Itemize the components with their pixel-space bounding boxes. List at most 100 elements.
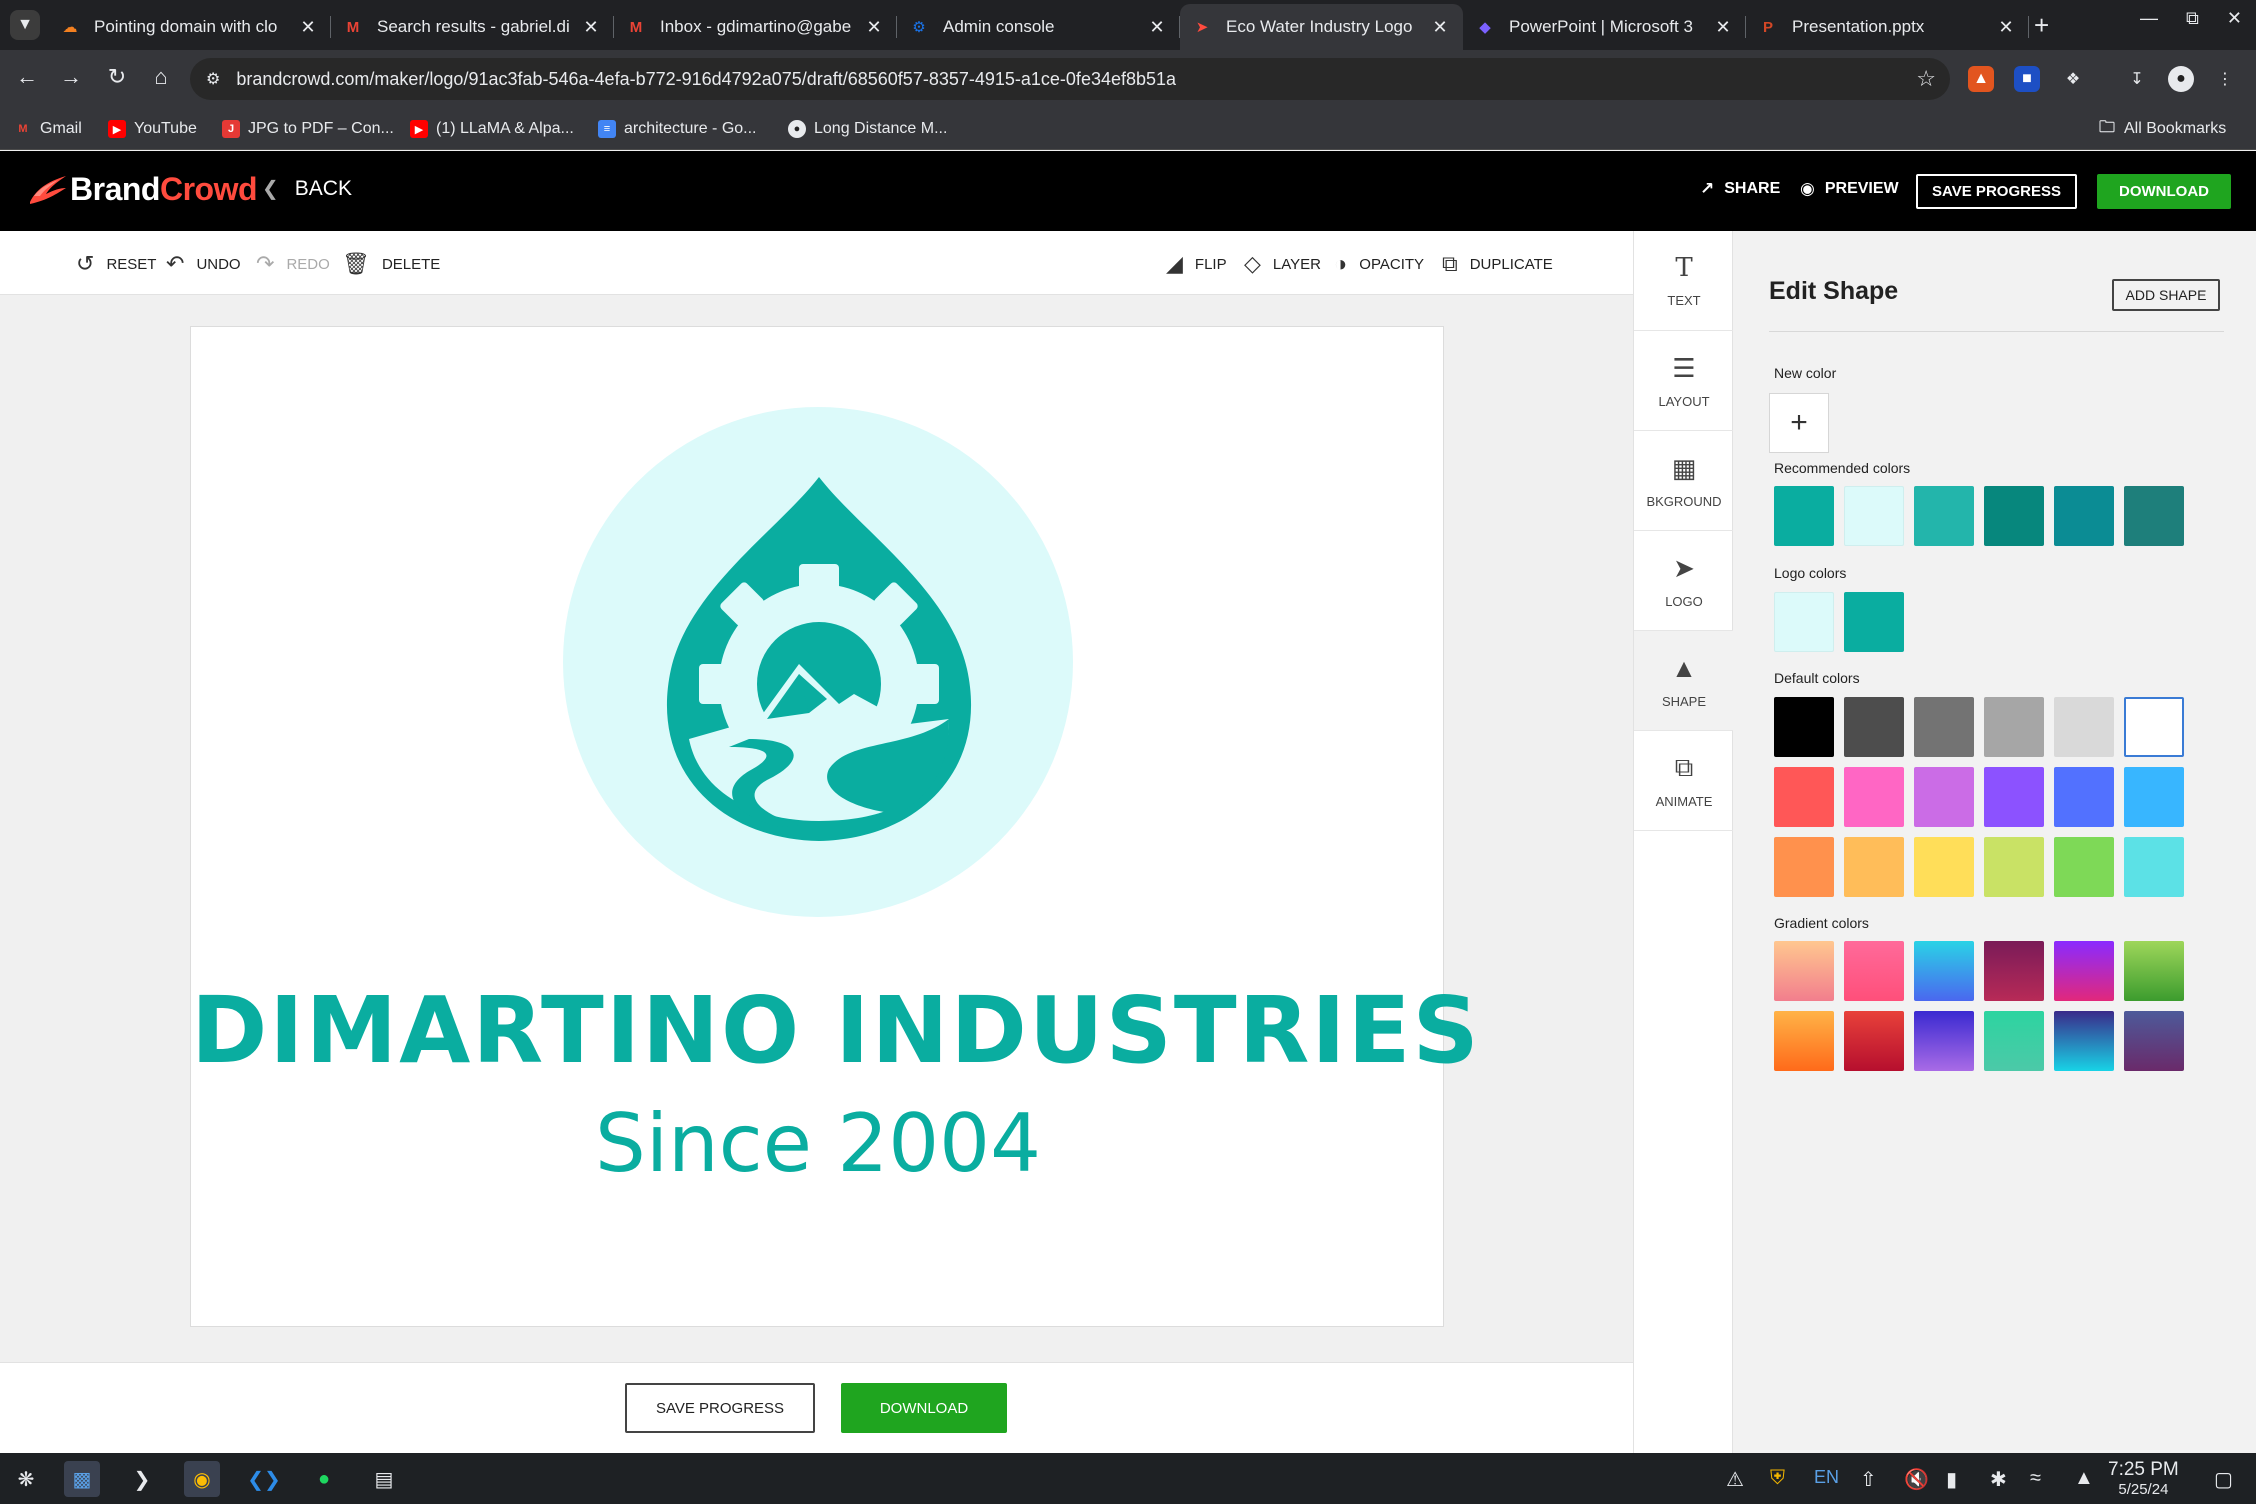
puzzle-icon[interactable]: ❖: [2060, 66, 2086, 92]
all-bookmarks[interactable]: 🗀 All Bookmarks: [2098, 116, 2226, 142]
bookmark-youtube[interactable]: ▶ YouTube: [108, 116, 197, 142]
browser-tab[interactable]: ☁ Pointing domain with clo ✕: [48, 4, 331, 50]
bluetooth-icon[interactable]: ✱: [1990, 1467, 2007, 1492]
tab-close-icon[interactable]: ✕: [580, 17, 602, 38]
tool-text[interactable]: T TEXT: [1634, 231, 1734, 331]
gradient-color-swatch[interactable]: [1844, 941, 1904, 1001]
gradient-color-swatch[interactable]: [1914, 941, 1974, 1001]
browser-tab[interactable]: ◆ PowerPoint | Microsoft 3 ✕: [1463, 4, 1746, 50]
default-color-swatch[interactable]: [1844, 837, 1904, 897]
extension-icon[interactable]: ▲: [1968, 66, 1994, 92]
kebab-menu-icon[interactable]: ⋮: [2212, 66, 2238, 92]
battery-icon[interactable]: ▮: [1946, 1467, 1957, 1492]
default-color-swatch[interactable]: [1774, 767, 1834, 827]
add-color-button[interactable]: +: [1769, 393, 1829, 453]
default-color-swatch[interactable]: [1844, 697, 1904, 757]
delete-button[interactable]: 🗑 DELETE: [342, 251, 440, 277]
tray-expand-icon[interactable]: ▲: [2074, 1467, 2094, 1490]
gradient-color-swatch[interactable]: [2054, 941, 2114, 1001]
logo-artboard[interactable]: DIMARTINO INDUSTRIES Since 2004: [190, 326, 1479, 1327]
profile-avatar[interactable]: ●: [2168, 66, 2194, 92]
default-color-swatch[interactable]: [2054, 697, 2114, 757]
default-color-swatch[interactable]: [1914, 767, 1974, 827]
tab-close-icon[interactable]: ✕: [1712, 17, 1734, 38]
gradient-color-swatch[interactable]: [2124, 941, 2184, 1001]
default-color-swatch[interactable]: [1844, 767, 1904, 827]
back-arrow-icon[interactable]: ←: [12, 64, 42, 90]
browser-tab[interactable]: ➤ Eco Water Industry Logo ✕: [1180, 4, 1463, 50]
recommended-color-swatch[interactable]: [2054, 486, 2114, 546]
bitwarden-icon[interactable]: ■: [2014, 66, 2040, 92]
tool-background[interactable]: ▦ BKGROUND: [1634, 431, 1734, 531]
browser-tab[interactable]: M Search results - gabriel.di ✕: [331, 4, 614, 50]
recommended-color-swatch[interactable]: [2124, 486, 2184, 546]
reload-icon[interactable]: ↻: [102, 64, 132, 90]
browser-tab[interactable]: M Inbox - gdimartino@gabe ✕: [614, 4, 897, 50]
download-icon[interactable]: ↧: [2124, 66, 2150, 92]
logo-company-name[interactable]: DIMARTINO INDUSTRIES: [191, 977, 1479, 1084]
recommended-color-swatch[interactable]: [1984, 486, 2044, 546]
logo-color-swatch[interactable]: [1844, 592, 1904, 652]
terminal-icon[interactable]: ❯: [124, 1461, 160, 1497]
gradient-color-swatch[interactable]: [2124, 1011, 2184, 1071]
default-color-swatch[interactable]: [2124, 837, 2184, 897]
recommended-color-swatch[interactable]: [1914, 486, 1974, 546]
share-button[interactable]: ↗ SHARE: [1700, 179, 1780, 199]
download-button[interactable]: DOWNLOAD: [2097, 174, 2231, 209]
show-desktop-icon[interactable]: ▢: [2214, 1467, 2233, 1492]
download-bottom-button[interactable]: DOWNLOAD: [841, 1383, 1007, 1433]
chrome-icon[interactable]: ◉: [184, 1461, 220, 1497]
save-progress-bottom-button[interactable]: SAVE PROGRESS: [625, 1383, 815, 1433]
tab-close-icon[interactable]: ✕: [863, 17, 885, 38]
default-color-swatch[interactable]: [2124, 767, 2184, 827]
bookmark-gmail[interactable]: M Gmail: [14, 116, 81, 142]
default-color-swatch[interactable]: [1774, 697, 1834, 757]
language-indicator[interactable]: EN: [1814, 1467, 1839, 1488]
add-shape-button[interactable]: ADD SHAPE: [2112, 279, 2220, 311]
water-drop-gear-icon[interactable]: [649, 469, 989, 849]
close-window-icon[interactable]: ✕: [2227, 8, 2242, 29]
bookmark-llama[interactable]: ▶ (1) LLaMA & Alpa...: [410, 116, 574, 142]
bookmark-star-icon[interactable]: ☆: [1916, 66, 1936, 92]
restore-icon[interactable]: ⧉: [2186, 8, 2199, 29]
gradient-color-swatch[interactable]: [1984, 1011, 2044, 1071]
redo-button[interactable]: ↷ REDO: [256, 251, 330, 277]
updates-icon[interactable]: ⇧: [1860, 1467, 1877, 1492]
site-info-icon[interactable]: ⚙: [206, 69, 220, 89]
duplicate-button[interactable]: ⧉ DUPLICATE: [1442, 251, 1553, 277]
wifi-icon[interactable]: ≈: [2030, 1467, 2041, 1490]
notifications-icon[interactable]: ⚠: [1726, 1467, 1744, 1492]
default-color-swatch[interactable]: [1914, 837, 1974, 897]
tab-close-icon[interactable]: ✕: [1995, 17, 2017, 38]
logo-tagline[interactable]: Since 2004: [191, 1097, 1445, 1190]
default-color-swatch[interactable]: [1914, 697, 1974, 757]
save-progress-button[interactable]: SAVE PROGRESS: [1916, 174, 2077, 209]
back-button[interactable]: ❮ BACK: [262, 176, 352, 201]
recommended-color-swatch[interactable]: [1844, 486, 1904, 546]
default-color-swatch[interactable]: [1774, 837, 1834, 897]
bookmark-architecture[interactable]: ≡ architecture - Go...: [598, 116, 757, 142]
file-manager-icon[interactable]: ▩: [64, 1461, 100, 1497]
default-color-swatch[interactable]: [2054, 767, 2114, 827]
preview-button[interactable]: ◉ PREVIEW: [1800, 179, 1899, 199]
tab-close-icon[interactable]: ✕: [1146, 17, 1168, 38]
volume-muted-icon[interactable]: 🔇: [1904, 1467, 1929, 1492]
gradient-color-swatch[interactable]: [1774, 1011, 1834, 1071]
tab-search-button[interactable]: ▼: [10, 10, 40, 40]
opacity-button[interactable]: ◑ OPACITY: [1334, 251, 1424, 277]
vscode-icon[interactable]: ❮❯: [246, 1461, 282, 1497]
layer-button[interactable]: ◇ LAYER: [1244, 251, 1321, 277]
shield-icon[interactable]: ⛨: [1770, 1467, 1785, 1490]
tab-close-icon[interactable]: ✕: [1429, 17, 1451, 38]
flip-button[interactable]: ◢ FLIP: [1166, 251, 1227, 277]
default-color-swatch[interactable]: [2124, 697, 2184, 757]
spotify-icon[interactable]: ●: [306, 1461, 342, 1497]
clock[interactable]: 7:25 PM 5/25/24: [2108, 1459, 2179, 1498]
bookmark-long-distance[interactable]: ● Long Distance M...: [788, 116, 947, 142]
app-launcher-icon[interactable]: ❋: [8, 1461, 44, 1497]
forward-arrow-icon[interactable]: →: [56, 64, 86, 90]
default-color-swatch[interactable]: [1984, 837, 2044, 897]
gradient-color-swatch[interactable]: [1844, 1011, 1904, 1071]
tab-close-icon[interactable]: ✕: [297, 17, 319, 38]
reset-button[interactable]: ↺ RESET: [76, 251, 156, 277]
